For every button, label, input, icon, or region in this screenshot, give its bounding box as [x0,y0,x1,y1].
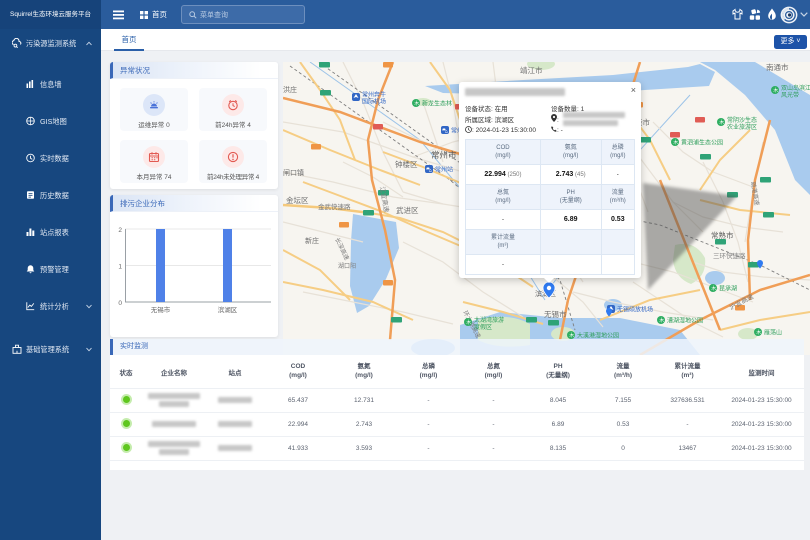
svg-text:0: 0 [118,300,122,307]
svg-text:2: 2 [118,227,122,234]
svg-text:滨湖区: 滨湖区 [218,305,238,314]
svg-text:无锡市: 无锡市 [151,305,171,314]
svg-text:1: 1 [118,264,122,271]
